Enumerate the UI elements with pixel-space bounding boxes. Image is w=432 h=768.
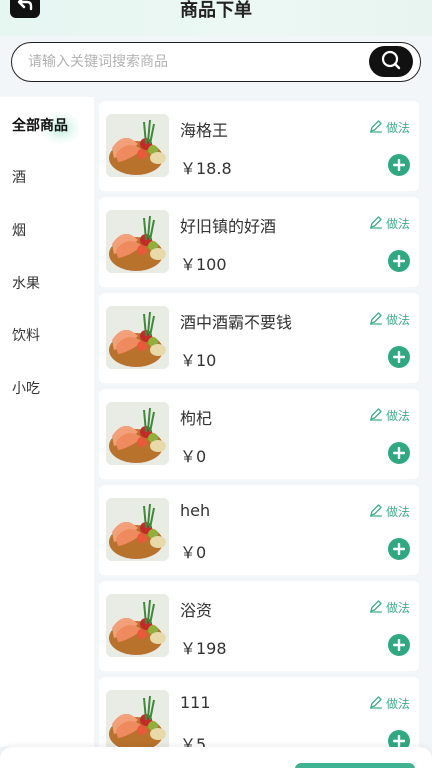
product-card[interactable]: 酒中酒霸不要钱 ￥10 做法 bbox=[99, 293, 419, 383]
category-sidebar: 全部商品 酒 烟 水果 饮料 小吃 bbox=[0, 97, 94, 747]
add-to-cart-button[interactable] bbox=[388, 634, 410, 656]
product-name: 浴资 bbox=[180, 601, 213, 620]
product-name: 111 bbox=[180, 693, 211, 712]
product-image bbox=[106, 306, 169, 369]
edit-pencil-icon bbox=[369, 215, 383, 232]
search-icon bbox=[380, 49, 402, 75]
product-price: ￥100 bbox=[180, 255, 227, 274]
product-name: 枸杞 bbox=[180, 409, 213, 428]
recipe-link[interactable]: 做法 bbox=[369, 503, 410, 520]
edit-pencil-icon bbox=[369, 503, 383, 520]
recipe-label: 做法 bbox=[385, 505, 410, 519]
category-tobacco[interactable]: 烟 bbox=[12, 220, 26, 240]
recipe-link[interactable]: 做法 bbox=[369, 119, 410, 136]
add-to-cart-button[interactable] bbox=[388, 346, 410, 368]
recipe-label: 做法 bbox=[385, 409, 410, 423]
recipe-link[interactable]: 做法 bbox=[369, 599, 410, 616]
product-list: 海格王 ￥18.8 做法 好旧镇的好酒 ￥100 做法 酒中酒霸不要钱 ￥10 … bbox=[98, 97, 420, 747]
product-card[interactable]: 枸杞 ￥0 做法 bbox=[99, 389, 419, 479]
edit-pencil-icon bbox=[369, 119, 383, 136]
plus-icon bbox=[392, 156, 406, 175]
product-price: ￥198 bbox=[180, 639, 227, 658]
product-image bbox=[106, 210, 169, 273]
plus-icon bbox=[392, 540, 406, 559]
recipe-link[interactable]: 做法 bbox=[369, 311, 410, 328]
header-bar: 商品下单 bbox=[0, 0, 432, 36]
product-image bbox=[106, 498, 169, 561]
product-price: ￥18.8 bbox=[180, 159, 232, 178]
product-image bbox=[106, 402, 169, 465]
category-fruit[interactable]: 水果 bbox=[12, 273, 40, 293]
edit-pencil-icon bbox=[369, 695, 383, 712]
product-price: ￥10 bbox=[180, 351, 217, 370]
plus-icon bbox=[392, 252, 406, 271]
product-price: ￥0 bbox=[180, 447, 207, 466]
product-price: ￥5 bbox=[180, 735, 207, 747]
product-image bbox=[106, 594, 169, 657]
edit-pencil-icon bbox=[369, 599, 383, 616]
plus-icon bbox=[392, 444, 406, 463]
edit-pencil-icon bbox=[369, 407, 383, 424]
product-image bbox=[106, 114, 169, 177]
product-name: 海格王 bbox=[180, 121, 229, 140]
plus-icon bbox=[392, 732, 406, 748]
category-snacks[interactable]: 小吃 bbox=[12, 378, 40, 398]
search-button[interactable] bbox=[369, 46, 413, 77]
recipe-link[interactable]: 做法 bbox=[369, 695, 410, 712]
product-name: 好旧镇的好酒 bbox=[180, 217, 277, 236]
edit-pencil-icon bbox=[369, 311, 383, 328]
product-name: 酒中酒霸不要钱 bbox=[180, 313, 293, 332]
product-card[interactable]: 111 ￥5 做法 bbox=[99, 677, 419, 747]
bottom-bar bbox=[0, 747, 432, 768]
search-input[interactable] bbox=[28, 43, 368, 80]
add-to-cart-button[interactable] bbox=[388, 442, 410, 464]
plus-icon bbox=[392, 348, 406, 367]
add-to-cart-button[interactable] bbox=[388, 250, 410, 272]
category-wine[interactable]: 酒 bbox=[12, 167, 26, 187]
product-card[interactable]: 浴资 ￥198 做法 bbox=[99, 581, 419, 671]
recipe-link[interactable]: 做法 bbox=[369, 407, 410, 424]
submit-order-button[interactable] bbox=[295, 763, 415, 768]
product-price: ￥0 bbox=[180, 543, 207, 562]
add-to-cart-button[interactable] bbox=[388, 154, 410, 176]
add-to-cart-button[interactable] bbox=[388, 730, 410, 747]
product-card[interactable]: heh ￥0 做法 bbox=[99, 485, 419, 575]
product-card[interactable]: 海格王 ￥18.8 做法 bbox=[99, 101, 419, 191]
product-name: heh bbox=[180, 501, 211, 520]
plus-icon bbox=[392, 636, 406, 655]
product-image bbox=[106, 690, 169, 747]
recipe-label: 做法 bbox=[385, 601, 410, 615]
category-drinks[interactable]: 饮料 bbox=[12, 325, 40, 345]
recipe-label: 做法 bbox=[385, 217, 410, 231]
product-card[interactable]: 好旧镇的好酒 ￥100 做法 bbox=[99, 197, 419, 287]
recipe-link[interactable]: 做法 bbox=[369, 215, 410, 232]
recipe-label: 做法 bbox=[385, 121, 410, 135]
category-all[interactable]: 全部商品 bbox=[12, 115, 68, 135]
recipe-label: 做法 bbox=[385, 313, 410, 327]
page-title: 商品下单 bbox=[180, 0, 252, 21]
search-bar bbox=[11, 42, 421, 82]
add-to-cart-button[interactable] bbox=[388, 538, 410, 560]
recipe-label: 做法 bbox=[385, 697, 410, 711]
